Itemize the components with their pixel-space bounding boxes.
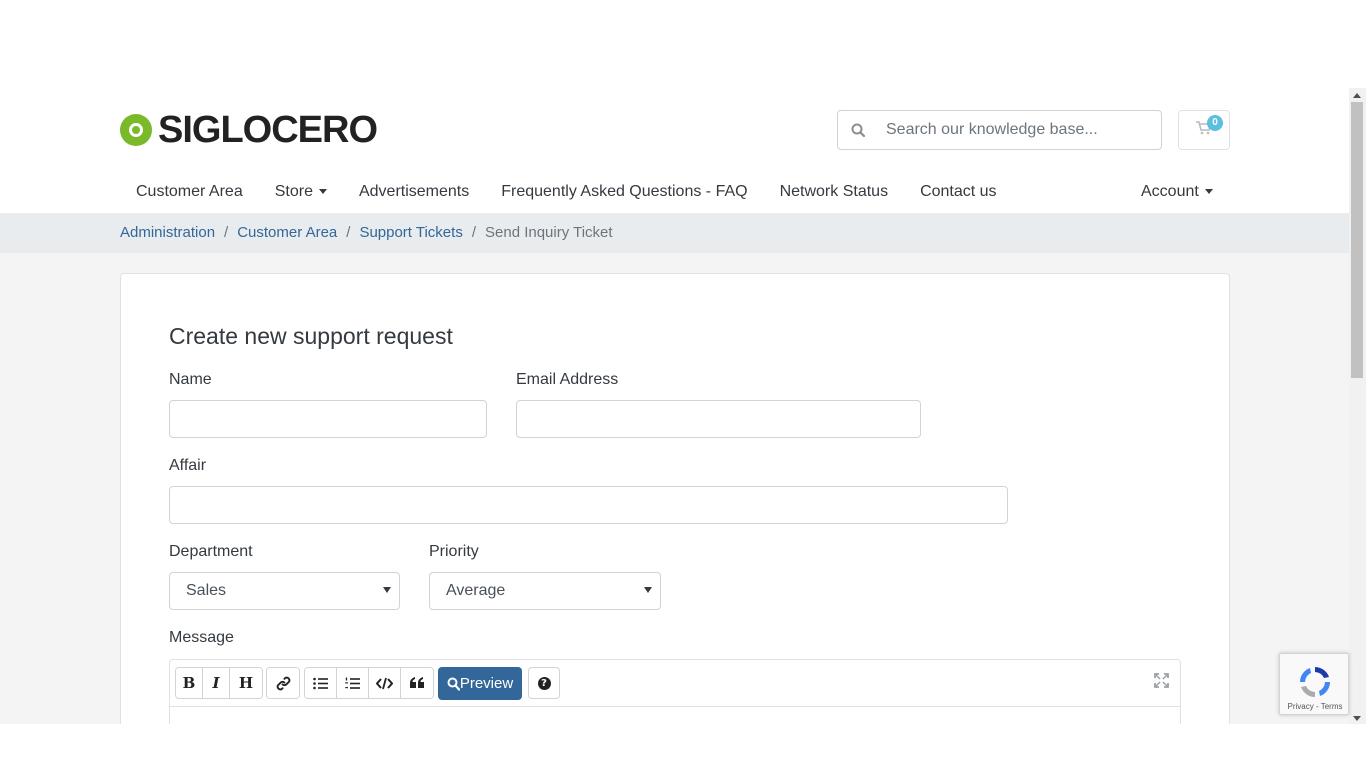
priority-label: Priority bbox=[429, 543, 479, 560]
nav-label: Store bbox=[274, 183, 313, 200]
page-scrollbar[interactable] bbox=[1349, 88, 1366, 724]
message-label: Message bbox=[169, 629, 234, 646]
email-input[interactable] bbox=[516, 400, 921, 438]
page: SIGLOCERO 0 Customer Area Store Advertis… bbox=[0, 88, 1366, 724]
breadcrumb-current: Send Inquiry Ticket bbox=[485, 224, 613, 241]
question-icon: ? bbox=[537, 676, 551, 690]
caret-down-icon bbox=[1204, 189, 1213, 195]
affair-input[interactable] bbox=[169, 486, 1008, 524]
chevron-down-icon bbox=[644, 587, 652, 593]
nav-item-faq[interactable]: Frequently Asked Questions - FAQ bbox=[501, 183, 747, 205]
italic-button[interactable]: I bbox=[203, 668, 230, 698]
search-icon[interactable] bbox=[838, 123, 878, 137]
priority-select[interactable]: Average bbox=[429, 572, 661, 610]
account-label: Account bbox=[1141, 183, 1199, 200]
logo-text: SIGLOCERO bbox=[158, 108, 378, 151]
chevron-down-icon bbox=[383, 587, 391, 593]
caret-down-icon bbox=[318, 189, 327, 195]
recaptcha-icon bbox=[1300, 667, 1330, 697]
numbered-list-button[interactable] bbox=[337, 668, 369, 698]
page-title: Create new support request bbox=[169, 323, 453, 349]
priority-value: Average bbox=[446, 582, 506, 599]
nav-item-advertisements[interactable]: Advertisements bbox=[359, 183, 469, 205]
nav-label: Network Status bbox=[779, 183, 889, 200]
recaptcha-badge[interactable]: Privacy - Terms bbox=[1279, 653, 1349, 715]
code-icon bbox=[376, 677, 393, 689]
search-input[interactable] bbox=[878, 121, 1148, 139]
nav-label: Customer Area bbox=[136, 183, 243, 200]
preview-label: Preview bbox=[459, 675, 514, 692]
scroll-thumb[interactable] bbox=[1351, 102, 1363, 378]
breadcrumb-link-support-tickets[interactable]: Support Tickets bbox=[359, 224, 462, 241]
site-header: SIGLOCERO 0 Customer Area Store Advertis… bbox=[0, 88, 1349, 213]
help-button[interactable]: ? bbox=[528, 667, 560, 699]
scroll-down-arrow-icon[interactable] bbox=[1353, 716, 1361, 721]
breadcrumb-link-administration[interactable]: Administration bbox=[120, 224, 215, 241]
nav-item-store[interactable]: Store bbox=[275, 183, 327, 205]
markdown-editor: B I H Preview ? bbox=[169, 659, 1181, 724]
expand-icon bbox=[1154, 673, 1169, 688]
breadcrumb-separator: / bbox=[346, 224, 351, 241]
bullet-list-button[interactable] bbox=[305, 668, 337, 698]
link-button[interactable] bbox=[267, 668, 299, 698]
editor-toolbar: B I H Preview ? bbox=[170, 660, 1180, 707]
department-label: Department bbox=[169, 543, 253, 560]
breadcrumb-separator: / bbox=[224, 224, 229, 241]
main-nav: Customer Area Store Advertisements Frequ… bbox=[120, 183, 1013, 205]
breadcrumb: Administration / Customer Area / Support… bbox=[120, 224, 613, 241]
viewport: SIGLOCERO 0 Customer Area Store Advertis… bbox=[0, 0, 1366, 768]
bullet-list-icon bbox=[313, 677, 328, 689]
logo-mark-icon bbox=[120, 114, 152, 146]
site-logo[interactable]: SIGLOCERO bbox=[120, 108, 378, 151]
nav-label: Advertisements bbox=[358, 183, 470, 200]
quote-button[interactable] bbox=[401, 668, 433, 698]
name-label: Name bbox=[169, 371, 212, 388]
cart-count-badge: 0 bbox=[1207, 115, 1223, 131]
nav-item-customer-area[interactable]: Customer Area bbox=[136, 183, 243, 205]
nav-label: Frequently Asked Questions - FAQ bbox=[501, 183, 748, 200]
nav-account-dropdown[interactable]: Account bbox=[1141, 183, 1213, 201]
breadcrumb-bar: Administration / Customer Area / Support… bbox=[0, 213, 1349, 253]
knowledge-base-search bbox=[837, 110, 1162, 150]
department-select[interactable]: Sales bbox=[169, 572, 400, 610]
heading-button[interactable]: H bbox=[230, 668, 262, 698]
nav-item-network-status[interactable]: Network Status bbox=[780, 183, 888, 205]
breadcrumb-link-customer-area[interactable]: Customer Area bbox=[237, 224, 337, 241]
search-icon bbox=[447, 677, 460, 691]
quote-icon bbox=[409, 677, 424, 688]
text-format-group: B I H bbox=[175, 667, 263, 699]
code-button[interactable] bbox=[369, 668, 401, 698]
nav-label: Contact us bbox=[920, 183, 997, 200]
recaptcha-footer[interactable]: Privacy - Terms bbox=[1280, 702, 1350, 711]
nav-item-contact-us[interactable]: Contact us bbox=[920, 183, 996, 205]
ticket-form-card: Create new support request Name Email Ad… bbox=[120, 273, 1230, 724]
link-group bbox=[266, 667, 300, 699]
numbered-list-icon bbox=[345, 677, 360, 689]
breadcrumb-separator: / bbox=[471, 224, 476, 241]
department-value: Sales bbox=[186, 582, 227, 599]
name-input[interactable] bbox=[169, 400, 487, 438]
scroll-up-arrow-icon[interactable] bbox=[1353, 93, 1361, 98]
email-label: Email Address bbox=[516, 371, 619, 388]
fullscreen-button[interactable] bbox=[1154, 673, 1169, 693]
bold-button[interactable]: B bbox=[176, 668, 203, 698]
affair-label: Affair bbox=[169, 457, 207, 474]
cart-button[interactable]: 0 bbox=[1178, 110, 1230, 150]
block-format-group bbox=[304, 667, 434, 699]
preview-button[interactable]: Preview bbox=[438, 667, 522, 700]
link-icon bbox=[276, 676, 290, 690]
